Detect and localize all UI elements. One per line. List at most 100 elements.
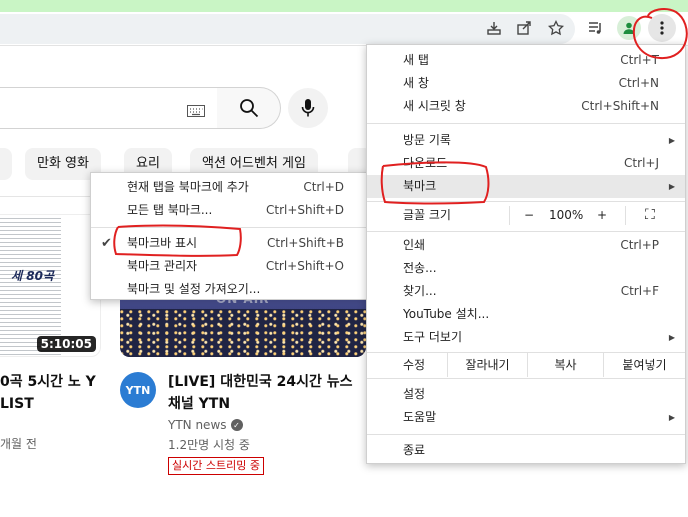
menu-history[interactable]: 방문 기록 ▶ — [367, 129, 685, 152]
thumbnail-text-lines — [0, 215, 61, 355]
download-icon[interactable] — [482, 16, 506, 40]
zoom-divider — [509, 206, 510, 225]
menu-shortcut: Ctrl+J — [624, 156, 659, 170]
menu-label: 방문 기록 — [403, 133, 451, 147]
menu-shortcut: Ctrl+Shift+O — [265, 259, 344, 273]
menu-label: 도움말 — [403, 410, 437, 424]
zoom-level: 100% — [549, 208, 584, 222]
menu-label: 글꼴 크기 — [403, 208, 451, 222]
profile-icon[interactable] — [617, 16, 641, 40]
share-icon[interactable] — [512, 16, 536, 40]
zoom-out-button[interactable]: − — [524, 204, 534, 227]
menu-downloads[interactable]: 다운로드 Ctrl+J — [367, 152, 685, 175]
menu-label: 새 탭 — [403, 53, 429, 67]
bookmark-submenu: 현재 탭을 북마크에 추가 Ctrl+D 모든 탭 북마크... Ctrl+Sh… — [90, 172, 369, 300]
media-queue-icon[interactable] — [584, 16, 608, 40]
chrome-main-menu: 새 탭 Ctrl+T 새 창 Ctrl+N 새 시크릿 창 Ctrl+Shift… — [366, 44, 686, 464]
menu-label: 현재 탭을 북마크에 추가 — [127, 180, 249, 194]
menu-shortcut: Ctrl+D — [303, 180, 344, 194]
menu-zoom-row: 글꼴 크기 − 100% + ⛶ — [367, 204, 685, 227]
submenu-import-bookmarks[interactable]: 북마크 및 설정 가져오기... — [91, 278, 368, 301]
channel-name-row: YTN news ✓ — [168, 418, 243, 432]
thumbnail-badge: 세 80곡 — [11, 269, 54, 283]
menu-shortcut: Ctrl+T — [620, 53, 659, 67]
submenu-arrow-icon: ▶ — [668, 182, 675, 191]
video-duration: 5:10:05 — [36, 336, 96, 352]
menu-separator — [367, 201, 685, 202]
menu-print[interactable]: 인쇄 Ctrl+P — [367, 234, 685, 257]
video-title-live[interactable]: [LIVE] 대한민국 24시간 뉴스 채널 YTN — [168, 371, 358, 415]
menu-bookmarks[interactable]: 북마크 ▶ — [367, 175, 685, 198]
edit-label: 수정 — [403, 358, 426, 372]
voice-search-button[interactable] — [288, 88, 328, 128]
zoom-divider — [625, 206, 626, 225]
menu-label: 인쇄 — [403, 238, 426, 252]
video-title[interactable]: 0곡 5시간 노 Y LIST — [0, 371, 110, 415]
submenu-bookmark-all-tabs[interactable]: 모든 탭 북마크... Ctrl+Shift+D — [91, 199, 368, 222]
menu-label: 다운로드 — [403, 156, 448, 170]
submenu-show-bookmark-bar[interactable]: ✔ 북마크바 표시 Ctrl+Shift+B — [91, 232, 368, 255]
menu-label: 북마크 — [403, 179, 437, 193]
menu-label: 모든 탭 북마크... — [127, 203, 213, 217]
cut-button[interactable]: 잘라내기 — [447, 353, 527, 377]
menu-separator — [91, 227, 368, 228]
search-button[interactable] — [217, 87, 281, 129]
channel-avatar[interactable]: YTN — [120, 372, 156, 408]
search-input[interactable] — [0, 87, 218, 129]
menu-find[interactable]: 찾기... Ctrl+F — [367, 280, 685, 303]
zoom-in-button[interactable]: + — [597, 204, 607, 227]
copy-button[interactable]: 복사 — [527, 353, 603, 377]
menu-new-window[interactable]: 새 창 Ctrl+N — [367, 72, 685, 95]
menu-label: YouTube 설치... — [403, 307, 490, 321]
menu-label: 북마크 관리자 — [127, 259, 198, 273]
submenu-arrow-icon: ▶ — [668, 413, 675, 422]
menu-separator — [367, 378, 685, 379]
menu-label: 도구 더보기 — [403, 330, 463, 344]
menu-shortcut: Ctrl+N — [618, 76, 659, 90]
checkmark-icon: ✔ — [101, 236, 112, 251]
channel-name[interactable]: YTN news — [168, 418, 227, 432]
menu-exit[interactable]: 종료 — [367, 439, 685, 462]
keyboard-icon[interactable] — [187, 102, 205, 121]
thumbnail-city-lights — [120, 309, 366, 357]
menu-shortcut: Ctrl+Shift+N — [581, 99, 659, 113]
menu-shortcut: Ctrl+P — [620, 238, 659, 252]
submenu-arrow-icon: ▶ — [668, 333, 675, 342]
menu-edit-row: 수정 잘라내기 복사 붙여넣기 — [367, 353, 685, 377]
video-meta: 개월 전 — [0, 437, 37, 451]
menu-label: 새 시크릿 창 — [403, 99, 466, 113]
menu-new-tab[interactable]: 새 탭 Ctrl+T — [367, 49, 685, 72]
chip-partial[interactable] — [0, 148, 12, 180]
menu-label: 찾기... — [403, 284, 437, 298]
menu-shortcut: Ctrl+Shift+B — [267, 236, 344, 250]
paste-button[interactable]: 붙여넣기 — [603, 353, 685, 377]
live-badge: 실시간 스트리밍 중 — [168, 457, 264, 475]
microphone-icon — [301, 99, 315, 117]
live-viewers: 1.2만명 시청 중 — [168, 438, 250, 452]
bookmark-star-icon[interactable] — [544, 16, 568, 40]
menu-shortcut: Ctrl+F — [620, 284, 659, 298]
menu-label: 설정 — [403, 387, 426, 401]
menu-separator — [367, 231, 685, 232]
menu-install-app[interactable]: YouTube 설치... — [367, 303, 685, 326]
menu-cast[interactable]: 전송... — [367, 257, 685, 280]
menu-label: 새 창 — [403, 76, 429, 90]
fullscreen-icon[interactable]: ⛶ — [645, 204, 655, 227]
submenu-add-bookmark[interactable]: 현재 탭을 북마크에 추가 Ctrl+D — [91, 176, 368, 199]
window-top-strip — [0, 0, 688, 12]
menu-settings[interactable]: 설정 — [367, 383, 685, 406]
kebab-menu-icon[interactable] — [648, 14, 676, 42]
submenu-arrow-icon: ▶ — [668, 136, 675, 145]
menu-help[interactable]: 도움말 ▶ — [367, 406, 685, 429]
search-icon — [239, 99, 258, 118]
menu-shortcut: Ctrl+Shift+D — [266, 203, 344, 217]
menu-label: 북마크 및 설정 가져오기... — [127, 282, 261, 296]
menu-separator — [367, 123, 685, 124]
browser-toolbar — [0, 12, 688, 46]
submenu-bookmark-manager[interactable]: 북마크 관리자 Ctrl+Shift+O — [91, 255, 368, 278]
menu-incognito[interactable]: 새 시크릿 창 Ctrl+Shift+N — [367, 95, 685, 118]
video-thumbnail[interactable]: 세 80곡 5:10:05 — [0, 214, 101, 357]
menu-label: 종료 — [403, 443, 426, 457]
menu-label: 북마크바 표시 — [127, 236, 198, 250]
menu-more-tools[interactable]: 도구 더보기 ▶ — [367, 326, 685, 349]
